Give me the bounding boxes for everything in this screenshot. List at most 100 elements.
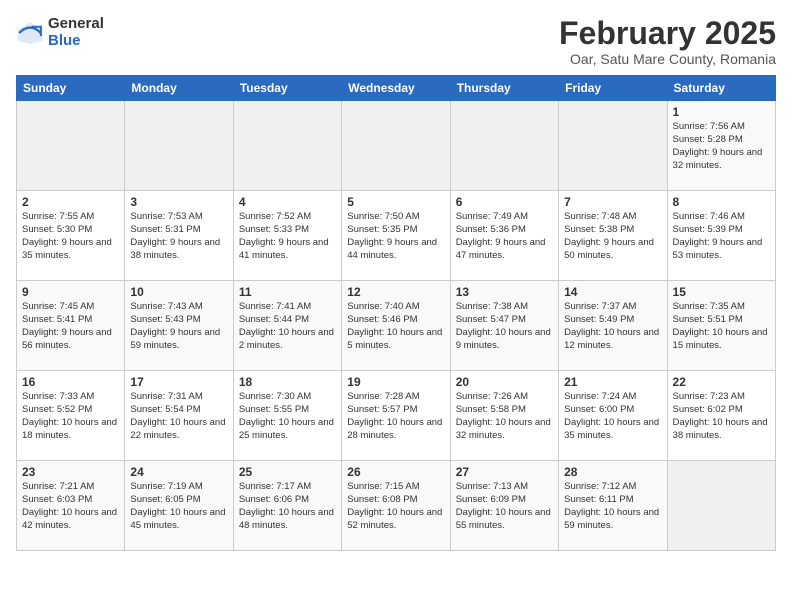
day-info: Sunrise: 7:37 AM Sunset: 5:49 PM Dayligh…: [564, 301, 661, 352]
calendar-day-cell: 3Sunrise: 7:53 AM Sunset: 5:31 PM Daylig…: [125, 191, 233, 281]
day-info: Sunrise: 7:24 AM Sunset: 6:00 PM Dayligh…: [564, 391, 661, 442]
calendar-week-row: 1 Sunrise: 7:56 AM Sunset: 5:28 PM Daylig…: [17, 101, 776, 191]
day-number: 28: [564, 465, 661, 479]
day-number: 21: [564, 375, 661, 389]
logo-icon: [16, 19, 44, 47]
calendar-day-cell: 4Sunrise: 7:52 AM Sunset: 5:33 PM Daylig…: [233, 191, 341, 281]
location: Oar, Satu Mare County, Romania: [559, 51, 776, 67]
day-number: 14: [564, 285, 661, 299]
calendar-day-cell: 16 Sunrise: 7:33 AM Sunset: 5:52 PM Dayli…: [17, 371, 125, 461]
logo-blue-text: Blue: [48, 33, 104, 50]
day-info: Sunrise: 7:28 AM Sunset: 5:57 PM Dayligh…: [347, 391, 444, 442]
calendar-day-cell: 20Sunrise: 7:26 AM Sunset: 5:58 PM Dayli…: [450, 371, 558, 461]
day-number: 5: [347, 195, 444, 209]
day-number: 17: [130, 375, 227, 389]
day-info: Sunrise: 7:31 AM Sunset: 5:54 PM Dayligh…: [130, 391, 227, 442]
calendar-day-cell: [450, 101, 558, 191]
day-info: Sunrise: 7:48 AM Sunset: 5:38 PM Dayligh…: [564, 211, 661, 262]
day-number: 9: [22, 285, 119, 299]
day-number: 15: [673, 285, 770, 299]
calendar-day-cell: 15 Sunrise: 7:35 AM Sunset: 5:51 PM Dayli…: [667, 281, 775, 371]
logo-text: General Blue: [48, 16, 104, 49]
day-number: 12: [347, 285, 444, 299]
calendar-day-cell: 6 Sunrise: 7:49 AM Sunset: 5:36 PM Daylig…: [450, 191, 558, 281]
day-number: 20: [456, 375, 553, 389]
calendar-header-row: SundayMondayTuesdayWednesdayThursdayFrid…: [17, 76, 776, 101]
day-info: Sunrise: 7:53 AM Sunset: 5:31 PM Dayligh…: [130, 211, 227, 262]
day-number: 1: [673, 105, 770, 119]
calendar-day-cell: 8 Sunrise: 7:46 AM Sunset: 5:39 PM Daylig…: [667, 191, 775, 281]
calendar-day-cell: [342, 101, 450, 191]
calendar-day-cell: 7 Sunrise: 7:48 AM Sunset: 5:38 PM Daylig…: [559, 191, 667, 281]
weekday-header: Sunday: [17, 76, 125, 101]
day-info: Sunrise: 7:50 AM Sunset: 5:35 PM Dayligh…: [347, 211, 444, 262]
weekday-header: Wednesday: [342, 76, 450, 101]
weekday-header: Monday: [125, 76, 233, 101]
day-number: 19: [347, 375, 444, 389]
day-number: 24: [130, 465, 227, 479]
day-info: Sunrise: 7:19 AM Sunset: 6:05 PM Dayligh…: [130, 481, 227, 532]
calendar-day-cell: 10Sunrise: 7:43 AM Sunset: 5:43 PM Dayli…: [125, 281, 233, 371]
day-number: 7: [564, 195, 661, 209]
calendar-day-cell: 17 Sunrise: 7:31 AM Sunset: 5:54 PM Dayli…: [125, 371, 233, 461]
calendar-day-cell: 13 Sunrise: 7:38 AM Sunset: 5:47 PM Dayli…: [450, 281, 558, 371]
weekday-header: Friday: [559, 76, 667, 101]
day-info: Sunrise: 7:15 AM Sunset: 6:08 PM Dayligh…: [347, 481, 444, 532]
day-number: 11: [239, 285, 336, 299]
day-number: 8: [673, 195, 770, 209]
day-info: Sunrise: 7:40 AM Sunset: 5:46 PM Dayligh…: [347, 301, 444, 352]
calendar-day-cell: 12 Sunrise: 7:40 AM Sunset: 5:46 PM Dayli…: [342, 281, 450, 371]
calendar-day-cell: [559, 101, 667, 191]
day-number: 4: [239, 195, 336, 209]
calendar-day-cell: 19 Sunrise: 7:28 AM Sunset: 5:57 PM Dayli…: [342, 371, 450, 461]
day-info: Sunrise: 7:12 AM Sunset: 6:11 PM Dayligh…: [564, 481, 661, 532]
calendar-day-cell: [17, 101, 125, 191]
calendar-day-cell: 14 Sunrise: 7:37 AM Sunset: 5:49 PM Dayli…: [559, 281, 667, 371]
calendar-week-row: 2Sunrise: 7:55 AM Sunset: 5:30 PM Daylig…: [17, 191, 776, 281]
day-number: 10: [130, 285, 227, 299]
calendar-day-cell: 5 Sunrise: 7:50 AM Sunset: 5:35 PM Daylig…: [342, 191, 450, 281]
day-info: Sunrise: 7:33 AM Sunset: 5:52 PM Dayligh…: [22, 391, 119, 442]
calendar-day-cell: 9 Sunrise: 7:45 AM Sunset: 5:41 PM Daylig…: [17, 281, 125, 371]
calendar-week-row: 9 Sunrise: 7:45 AM Sunset: 5:41 PM Daylig…: [17, 281, 776, 371]
day-info: Sunrise: 7:45 AM Sunset: 5:41 PM Dayligh…: [22, 301, 119, 352]
calendar-day-cell: 22Sunrise: 7:23 AM Sunset: 6:02 PM Dayli…: [667, 371, 775, 461]
day-info: Sunrise: 7:49 AM Sunset: 5:36 PM Dayligh…: [456, 211, 553, 262]
calendar-table: SundayMondayTuesdayWednesdayThursdayFrid…: [16, 75, 776, 551]
calendar-day-cell: 26 Sunrise: 7:15 AM Sunset: 6:08 PM Dayli…: [342, 461, 450, 551]
day-info: Sunrise: 7:56 AM Sunset: 5:28 PM Dayligh…: [673, 121, 770, 172]
calendar-day-cell: 24 Sunrise: 7:19 AM Sunset: 6:05 PM Dayli…: [125, 461, 233, 551]
weekday-header: Saturday: [667, 76, 775, 101]
day-number: 16: [22, 375, 119, 389]
day-number: 13: [456, 285, 553, 299]
calendar-day-cell: 23 Sunrise: 7:21 AM Sunset: 6:03 PM Dayli…: [17, 461, 125, 551]
day-number: 22: [673, 375, 770, 389]
calendar-day-cell: 2Sunrise: 7:55 AM Sunset: 5:30 PM Daylig…: [17, 191, 125, 281]
calendar-day-cell: 27Sunrise: 7:13 AM Sunset: 6:09 PM Dayli…: [450, 461, 558, 551]
day-info: Sunrise: 7:41 AM Sunset: 5:44 PM Dayligh…: [239, 301, 336, 352]
weekday-header: Tuesday: [233, 76, 341, 101]
title-block: February 2025 Oar, Satu Mare County, Rom…: [559, 16, 776, 67]
calendar-day-cell: [667, 461, 775, 551]
calendar-day-cell: [125, 101, 233, 191]
calendar-day-cell: 28 Sunrise: 7:12 AM Sunset: 6:11 PM Dayli…: [559, 461, 667, 551]
calendar-week-row: 16 Sunrise: 7:33 AM Sunset: 5:52 PM Dayli…: [17, 371, 776, 461]
day-number: 23: [22, 465, 119, 479]
day-number: 25: [239, 465, 336, 479]
calendar-week-row: 23 Sunrise: 7:21 AM Sunset: 6:03 PM Dayli…: [17, 461, 776, 551]
day-number: 6: [456, 195, 553, 209]
day-info: Sunrise: 7:21 AM Sunset: 6:03 PM Dayligh…: [22, 481, 119, 532]
day-number: 26: [347, 465, 444, 479]
day-number: 18: [239, 375, 336, 389]
day-info: Sunrise: 7:46 AM Sunset: 5:39 PM Dayligh…: [673, 211, 770, 262]
month-title: February 2025: [559, 16, 776, 51]
calendar-day-cell: 11 Sunrise: 7:41 AM Sunset: 5:44 PM Dayli…: [233, 281, 341, 371]
page-header: General Blue February 2025 Oar, Satu Mar…: [16, 16, 776, 67]
day-info: Sunrise: 7:17 AM Sunset: 6:06 PM Dayligh…: [239, 481, 336, 532]
logo: General Blue: [16, 16, 104, 49]
day-info: Sunrise: 7:38 AM Sunset: 5:47 PM Dayligh…: [456, 301, 553, 352]
weekday-header: Thursday: [450, 76, 558, 101]
day-info: Sunrise: 7:35 AM Sunset: 5:51 PM Dayligh…: [673, 301, 770, 352]
day-info: Sunrise: 7:55 AM Sunset: 5:30 PM Dayligh…: [22, 211, 119, 262]
calendar-day-cell: 18Sunrise: 7:30 AM Sunset: 5:55 PM Dayli…: [233, 371, 341, 461]
